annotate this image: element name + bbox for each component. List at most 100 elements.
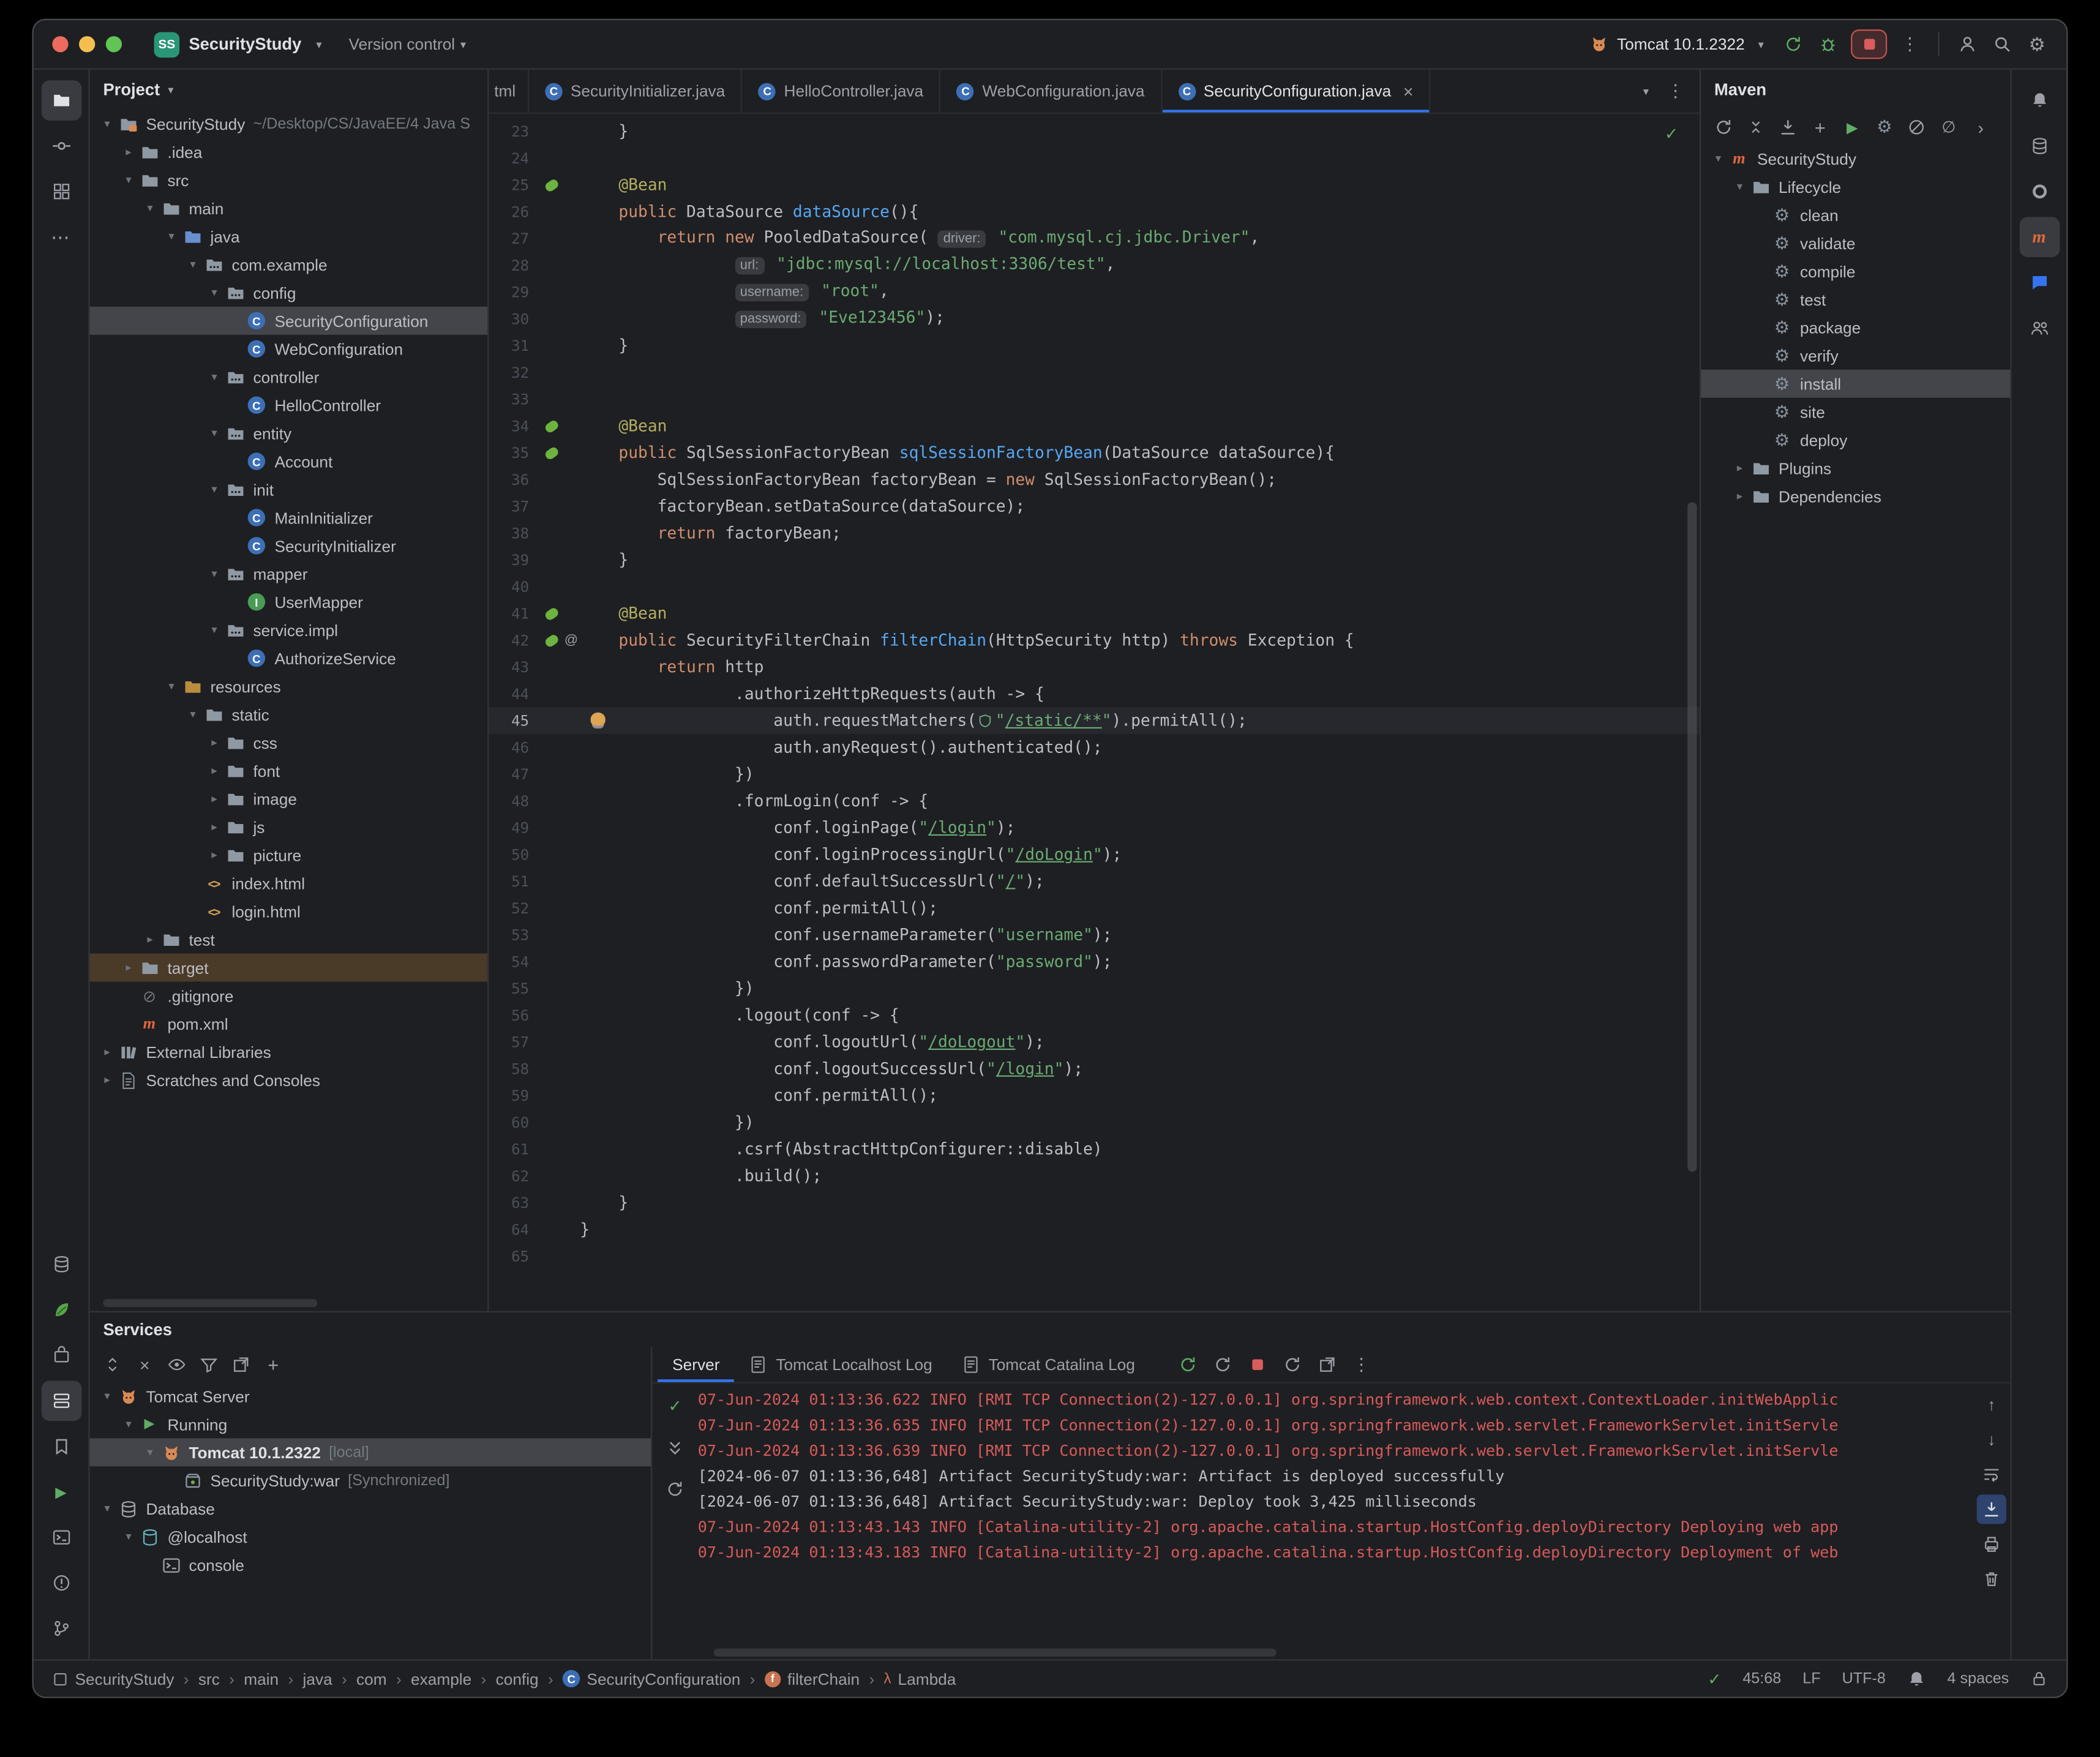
breadcrumb-java[interactable]: java [303, 1669, 332, 1688]
tool-terminal-icon[interactable] [41, 1517, 81, 1557]
project-item-gitignore[interactable]: ⊘ .gitignore [90, 981, 488, 1010]
more-v-icon[interactable]: ⋮ [1345, 1349, 1378, 1381]
code-line-48[interactable]: 48 .formLogin(conf -> { [489, 787, 1700, 814]
scroll-end-icon[interactable] [1976, 1494, 2006, 1524]
download-sources-icon[interactable] [1773, 113, 1802, 142]
chevron-right-icon[interactable]: ▸ [98, 1044, 117, 1059]
toggle-offline-icon[interactable] [1902, 113, 1931, 142]
bean-icon[interactable] [542, 631, 560, 648]
project-item-image[interactable]: ▸ image [90, 785, 488, 813]
project-item-test[interactable]: ▸ test [90, 926, 488, 954]
code-line-30[interactable]: 30 password: "Eve123456"); [489, 305, 1700, 332]
chevron-down-icon[interactable]: ▾ [205, 285, 224, 300]
breadcrumb-com[interactable]: com [356, 1669, 387, 1688]
line-number[interactable]: 62 [489, 1167, 539, 1184]
maven-item-package[interactable]: ⚙ package [1701, 313, 2010, 342]
code-line-65[interactable]: 65 [489, 1243, 1700, 1270]
project-item-config[interactable]: ▾ config [90, 279, 488, 307]
project-item-src[interactable]: ▾ src [90, 166, 488, 194]
project-item-login-html[interactable]: <> login.html [90, 897, 488, 926]
code-line-32[interactable]: 32 [489, 359, 1700, 386]
rerun-button[interactable] [1777, 28, 1810, 61]
code-line-42[interactable]: 42 @ public SecurityFilterChain filterCha… [489, 627, 1700, 654]
project-item-scratches-and-consoles[interactable]: ▸ Scratches and Consoles [90, 1066, 488, 1094]
bean-icon[interactable] [542, 417, 560, 434]
minimize-window-button[interactable] [79, 36, 96, 53]
line-number[interactable]: 58 [489, 1060, 539, 1077]
line-number[interactable]: 31 [489, 337, 539, 354]
tool-database-icon[interactable] [2019, 126, 2060, 167]
search-everywhere-button[interactable] [1986, 28, 2019, 61]
line-number[interactable]: 41 [489, 605, 539, 622]
run-icon[interactable]: ▶ [1837, 113, 1867, 142]
check-green-icon[interactable]: ✓ [659, 1390, 691, 1423]
project-item-init[interactable]: ▾ init [90, 476, 488, 504]
code-line-31[interactable]: 31 } [489, 332, 1700, 359]
code-line-58[interactable]: 58 conf.logoutSuccessUrl("/login"); [489, 1055, 1700, 1082]
line-number[interactable]: 23 [489, 122, 539, 140]
status-indent-style[interactable]: 4 spaces [1948, 1671, 2009, 1687]
user-button[interactable] [1951, 28, 1984, 61]
code-line-56[interactable]: 56 .logout(conf -> { [489, 1002, 1700, 1028]
clear-icon[interactable] [1977, 1564, 2006, 1594]
project-item-usermapper[interactable]: I UserMapper [90, 588, 488, 616]
line-number[interactable]: 43 [489, 658, 539, 675]
chevron-right-icon[interactable]: ▸ [205, 792, 224, 806]
chevron-right-icon[interactable]: ▸ [98, 1073, 117, 1087]
line-number[interactable]: 52 [489, 899, 539, 916]
intention-bulb-icon[interactable] [590, 712, 606, 726]
code-line-38[interactable]: 38 return factoryBean; [489, 520, 1700, 547]
services-tab-tomcat-localhost-log[interactable]: Tomcat Localhost Log [735, 1347, 947, 1382]
project-item-static[interactable]: ▾ static [90, 700, 488, 729]
chevron-right-icon[interactable]: ▸ [205, 820, 224, 834]
code-line-37[interactable]: 37 factoryBean.setDataSource(dataSource)… [489, 493, 1700, 520]
tool-services-icon[interactable] [40, 1380, 81, 1421]
project-item-mapper[interactable]: ▾ mapper [90, 560, 488, 588]
breadcrumb-config[interactable]: config [496, 1669, 539, 1688]
project-item-hellocontroller[interactable]: C HelloController [90, 391, 488, 419]
code-line-34[interactable]: 34 @Bean [489, 413, 1700, 440]
code-line-36[interactable]: 36 SqlSessionFactoryBean factoryBean = n… [489, 466, 1700, 493]
bean-icon[interactable] [542, 605, 560, 622]
editor-tab-webconfiguration-java[interactable]: C WebConfiguration.java [941, 69, 1162, 113]
editor-tab-securityconfiguration-java[interactable]: C SecurityConfiguration.java × [1162, 69, 1431, 113]
close-tab-icon[interactable]: × [1403, 81, 1414, 101]
line-number[interactable]: 37 [489, 498, 539, 515]
line-number[interactable]: 55 [489, 980, 539, 997]
status-caret-position[interactable]: 45:68 [1742, 1671, 1781, 1687]
code-line-51[interactable]: 51 conf.defaultSuccessUrl("/"); [489, 868, 1700, 895]
version-control-menu[interactable]: Version control ▾ [349, 35, 467, 54]
line-number[interactable]: 24 [489, 149, 539, 167]
services-item-localhost[interactable]: ▾ @localhost [90, 1523, 651, 1551]
settings-button[interactable]: ⚙ [2021, 28, 2053, 61]
editor-tab-hellocontroller-java[interactable]: C HelloController.java [743, 69, 941, 113]
chevron-down-icon[interactable]: ▾ [205, 623, 224, 637]
line-number[interactable]: 65 [489, 1248, 539, 1265]
add-icon[interactable]: + [258, 1350, 288, 1379]
tool-bell-icon[interactable] [2019, 80, 2060, 121]
status-line-separator[interactable]: LF [1802, 1671, 1820, 1687]
project-item-entity[interactable]: ▾ entity [90, 419, 488, 448]
maven-item-verify[interactable]: ⚙ verify [1701, 342, 2010, 370]
line-number[interactable]: 49 [489, 819, 539, 836]
refresh-icon[interactable] [1276, 1349, 1308, 1381]
code-line-63[interactable]: 63 } [489, 1189, 1700, 1216]
code-line-53[interactable]: 53 conf.usernameParameter("username"); [489, 921, 1700, 948]
code-line-61[interactable]: 61 .csrf(AbstractHttpConfigurer::disable… [489, 1136, 1700, 1163]
tool-persistence-icon[interactable] [2019, 171, 2060, 212]
line-number[interactable]: 45 [489, 712, 539, 729]
maven-item-compile[interactable]: ⚙ compile [1701, 257, 2010, 285]
breadcrumb-securitystudy[interactable]: SecurityStudy [52, 1669, 174, 1688]
project-item-external-libraries[interactable]: ▸ External Libraries [90, 1038, 488, 1066]
code-line-43[interactable]: 43 return http [489, 654, 1700, 681]
goal-icon[interactable]: ⚙ [1870, 113, 1899, 142]
breadcrumb-filterchain[interactable]: f filterChain [764, 1669, 860, 1688]
chevron-right-icon[interactable]: ▸ [119, 144, 138, 159]
tool-problems-icon[interactable] [41, 1563, 81, 1603]
tool-commit-icon[interactable] [41, 126, 81, 167]
line-number[interactable]: 53 [489, 926, 539, 943]
services-item-securitystudy-war[interactable]: SecurityStudy:war [Synchronized] [90, 1466, 651, 1494]
chevron-down-icon[interactable]: ▾ [1730, 179, 1749, 194]
chevron-right-icon[interactable]: ▸ [1730, 489, 1749, 503]
services-item-tomcat-10-1-2322[interactable]: ▾ Tomcat 10.1.2322 [local] [89, 1438, 651, 1467]
